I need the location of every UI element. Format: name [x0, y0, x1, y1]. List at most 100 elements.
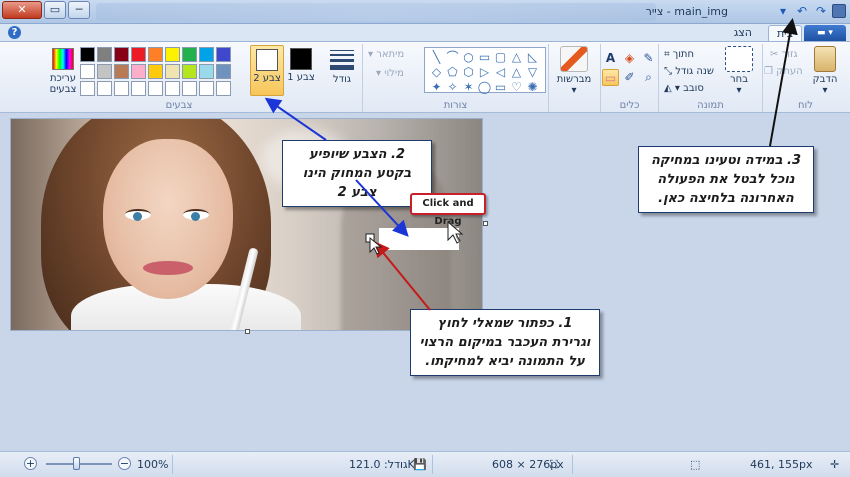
pencil-tool-icon[interactable]: ✎ — [640, 50, 657, 67]
zoom-slider-thumb[interactable] — [73, 457, 80, 470]
callout-step-3: 3. במידה וטעינו במחיקה נוכל לבטל את הפעו… — [638, 146, 814, 213]
shape-item-icon[interactable]: ▢ — [493, 50, 508, 64]
shape-item-icon[interactable]: ✧ — [445, 80, 460, 94]
shape-item-icon[interactable]: ✶ — [461, 80, 476, 94]
edit-colors-button[interactable]: עריכת צבעים — [48, 48, 78, 95]
canvas-resize-handle-bottom[interactable] — [245, 329, 250, 334]
callout-step-1: 1. כפתור שמאלי לחוץ וגרירת העכבר במיקום … — [410, 309, 600, 376]
shapes-gallery: ╲ ⌒ ○ ▭ ▢ △ ◺ ◇ ⬠ ⬡ ▷ ◁ △ ▽ ✦ ✧ ✶ ◯ ▭ ♡ ✺ — [424, 47, 546, 94]
copy-button[interactable]: העתק ❐ — [764, 66, 803, 77]
fill-tool-icon[interactable]: ◈ — [621, 50, 638, 67]
palette-swatch[interactable] — [216, 64, 231, 79]
rotate-icon: ◭ — [664, 83, 672, 94]
palette-swatch[interactable] — [97, 47, 112, 62]
palette-swatch[interactable] — [97, 64, 112, 79]
shape-item-icon[interactable]: ○ — [461, 50, 476, 64]
maximize-button[interactable]: ▭ — [44, 1, 66, 19]
shape-item-icon[interactable]: ◯ — [477, 80, 492, 94]
shape-item-icon[interactable]: ▭ — [477, 50, 492, 64]
cut-button[interactable]: גזור ✂ — [770, 49, 798, 60]
save-icon[interactable] — [832, 4, 846, 18]
palette-swatch[interactable] — [114, 64, 129, 79]
shape-item-icon[interactable]: ▷ — [477, 65, 492, 79]
palette-swatch[interactable] — [131, 64, 146, 79]
palette-swatch[interactable] — [199, 81, 214, 96]
shapes-grid: ╲ ⌒ ○ ▭ ▢ △ ◺ ◇ ⬠ ⬡ ▷ ◁ △ ▽ ✦ ✧ ✶ ◯ ▭ ♡ ✺ — [429, 50, 540, 94]
shape-item-icon[interactable]: ⬠ — [445, 65, 460, 79]
palette-swatch[interactable] — [97, 81, 112, 96]
shape-item-icon[interactable]: ⌒ — [445, 50, 460, 64]
help-icon[interactable]: ? — [8, 26, 21, 39]
cut-label: גזור — [781, 49, 798, 60]
color-picker-icon[interactable]: ✐ — [621, 69, 638, 86]
palette-swatch[interactable] — [216, 81, 231, 96]
resize-icon: ⤡ — [664, 66, 672, 77]
image-group-label: תמונה — [697, 100, 724, 111]
shape-item-icon[interactable]: ⬡ — [461, 65, 476, 79]
qat-dropdown-icon[interactable]: ▾ — [775, 3, 791, 19]
brushes-button[interactable]: מברשות ▾ — [554, 46, 594, 96]
shape-item-icon[interactable]: ◇ — [429, 65, 444, 79]
shape-item-icon[interactable]: ╲ — [429, 50, 444, 64]
select-button[interactable]: בחר ▾ — [722, 46, 756, 96]
status-separator — [572, 455, 573, 474]
shape-item-icon[interactable]: ✺ — [525, 80, 540, 94]
palette-swatch[interactable] — [148, 81, 163, 96]
tab-home[interactable]: בית — [767, 25, 802, 42]
brushes-label: מברשות — [556, 74, 592, 85]
palette-swatch[interactable] — [165, 81, 180, 96]
tab-view[interactable]: הצג — [726, 25, 760, 42]
eraser-tool-icon[interactable]: ▭ — [602, 69, 619, 86]
crop-icon: ⌗ — [664, 49, 670, 60]
shape-item-icon[interactable]: ▽ — [525, 65, 540, 79]
minimize-button[interactable]: ─ — [68, 1, 90, 19]
click-and-drag-label: Click and Drag — [410, 193, 486, 227]
rotate-button[interactable]: סובב ▾ ◭ — [664, 83, 704, 94]
resize-button[interactable]: שנה גודל ⤡ — [664, 66, 714, 77]
color-2-button[interactable]: צבע 2 — [250, 45, 284, 96]
shape-item-icon[interactable]: △ — [509, 50, 524, 64]
brush-icon — [560, 46, 588, 72]
shape-item-icon[interactable]: ♡ — [509, 80, 524, 94]
shape-item-icon[interactable]: △ — [509, 65, 524, 79]
color-1-button[interactable]: צבע 1 — [284, 45, 318, 96]
background-taskbar-blur — [96, 3, 656, 21]
palette-swatch[interactable] — [148, 64, 163, 79]
zoom-out-button[interactable]: − — [118, 457, 131, 470]
paint-menu-button[interactable]: ▬ ▾ — [804, 25, 846, 42]
redo-icon[interactable]: ↷ — [813, 3, 829, 19]
zoom-in-button[interactable]: + — [24, 457, 37, 470]
shape-item-icon[interactable]: ▭ — [493, 80, 508, 94]
palette-swatch[interactable] — [165, 64, 180, 79]
undo-icon[interactable]: ↶ — [794, 3, 810, 19]
copy-icon: ❐ — [764, 66, 773, 77]
close-button[interactable]: ✕ — [2, 1, 42, 19]
canvas-resize-handle-right[interactable] — [483, 221, 488, 226]
brushes-dropdown-icon: ▾ — [571, 85, 577, 96]
palette-swatch[interactable] — [165, 47, 180, 62]
palette-swatch[interactable] — [148, 47, 163, 62]
color-1-label: צבע 1 — [287, 72, 315, 83]
magnifier-icon[interactable]: ⌕ — [640, 69, 657, 86]
palette-swatch[interactable] — [199, 47, 214, 62]
palette-swatch[interactable] — [80, 47, 95, 62]
shape-item-icon[interactable]: ◁ — [493, 65, 508, 79]
paste-button[interactable]: הדבק ▾ — [808, 46, 842, 96]
palette-swatch[interactable] — [131, 47, 146, 62]
palette-swatch[interactable] — [114, 81, 129, 96]
paste-dropdown-icon: ▾ — [822, 85, 828, 96]
palette-swatch[interactable] — [80, 64, 95, 79]
palette-swatch[interactable] — [80, 81, 95, 96]
palette-swatch[interactable] — [182, 47, 197, 62]
palette-swatch[interactable] — [182, 81, 197, 96]
palette-swatch[interactable] — [182, 64, 197, 79]
palette-swatch[interactable] — [131, 81, 146, 96]
palette-swatch[interactable] — [199, 64, 214, 79]
palette-swatch[interactable] — [216, 47, 231, 62]
size-button[interactable]: גודל — [326, 47, 358, 85]
shape-item-icon[interactable]: ✦ — [429, 80, 444, 94]
shape-item-icon[interactable]: ◺ — [525, 50, 540, 64]
palette-swatch[interactable] — [114, 47, 129, 62]
crop-button[interactable]: חתוך ⌗ — [664, 49, 694, 60]
text-tool-icon[interactable]: A — [602, 50, 619, 67]
